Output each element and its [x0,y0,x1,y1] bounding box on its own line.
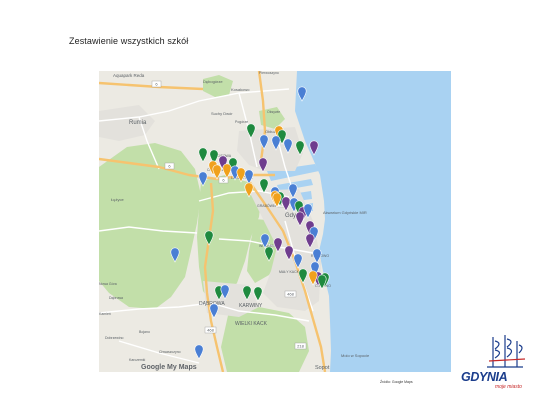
road-number: 218 [297,344,304,349]
attribution: Źródło: Google Maps [380,380,413,384]
school-marker[interactable] [198,147,208,163]
map-label: Rumia [129,120,147,126]
logo-wordmark: GDYNIA [461,370,508,384]
map-label: Kosakowo [231,87,250,92]
page-title: Zestawienie wszystkich szkół [69,36,189,46]
google-logo: Google My Maps [141,364,197,371]
map-label: Dobrzewino [105,336,124,340]
map-label: Kamień [99,312,111,316]
logo-tagline: moje miasto [495,384,522,390]
map-label: Karczemki [129,358,146,362]
map-label: Bojano [139,330,150,334]
map-label: Pogórze [235,120,248,124]
map-label: Suchy Dwór [211,111,233,116]
map-label: Chwaszczyno [159,350,181,354]
map-label: KARWINY [239,303,263,309]
map-label: Akwarium Gdyńskie MIR [323,210,367,215]
map-label: Molo w Sopocie [341,353,370,358]
schools-map[interactable]: 6 6 6 20 468 468 218 Aquapark Reda Rumia… [99,71,451,372]
gdynia-logo: GDYNIA moje miasto [459,333,537,391]
road-number: 468 [287,292,294,297]
map-label: Pierwoszyno [259,71,279,75]
sea [295,71,451,372]
forest-sopot [221,307,309,372]
map-label: Dębogórze [203,79,223,84]
map-label: Nowa Góra [99,282,117,286]
map-label: Dąbrowa [109,296,123,300]
ship-icon [487,335,526,368]
school-marker[interactable] [194,344,204,360]
map-label: Łężyce [111,197,124,202]
map-canvas[interactable]: 6 6 6 20 468 468 218 Aquapark Reda Rumia… [99,71,451,372]
road-number: 468 [207,328,214,333]
map-label: Aquapark Reda [113,73,145,78]
map-label: WIELKI KACK [235,321,268,327]
map-label: Oksywie [267,110,280,114]
map-label: Sopot [315,365,330,371]
map-label: MAŁY KACK [279,270,300,274]
